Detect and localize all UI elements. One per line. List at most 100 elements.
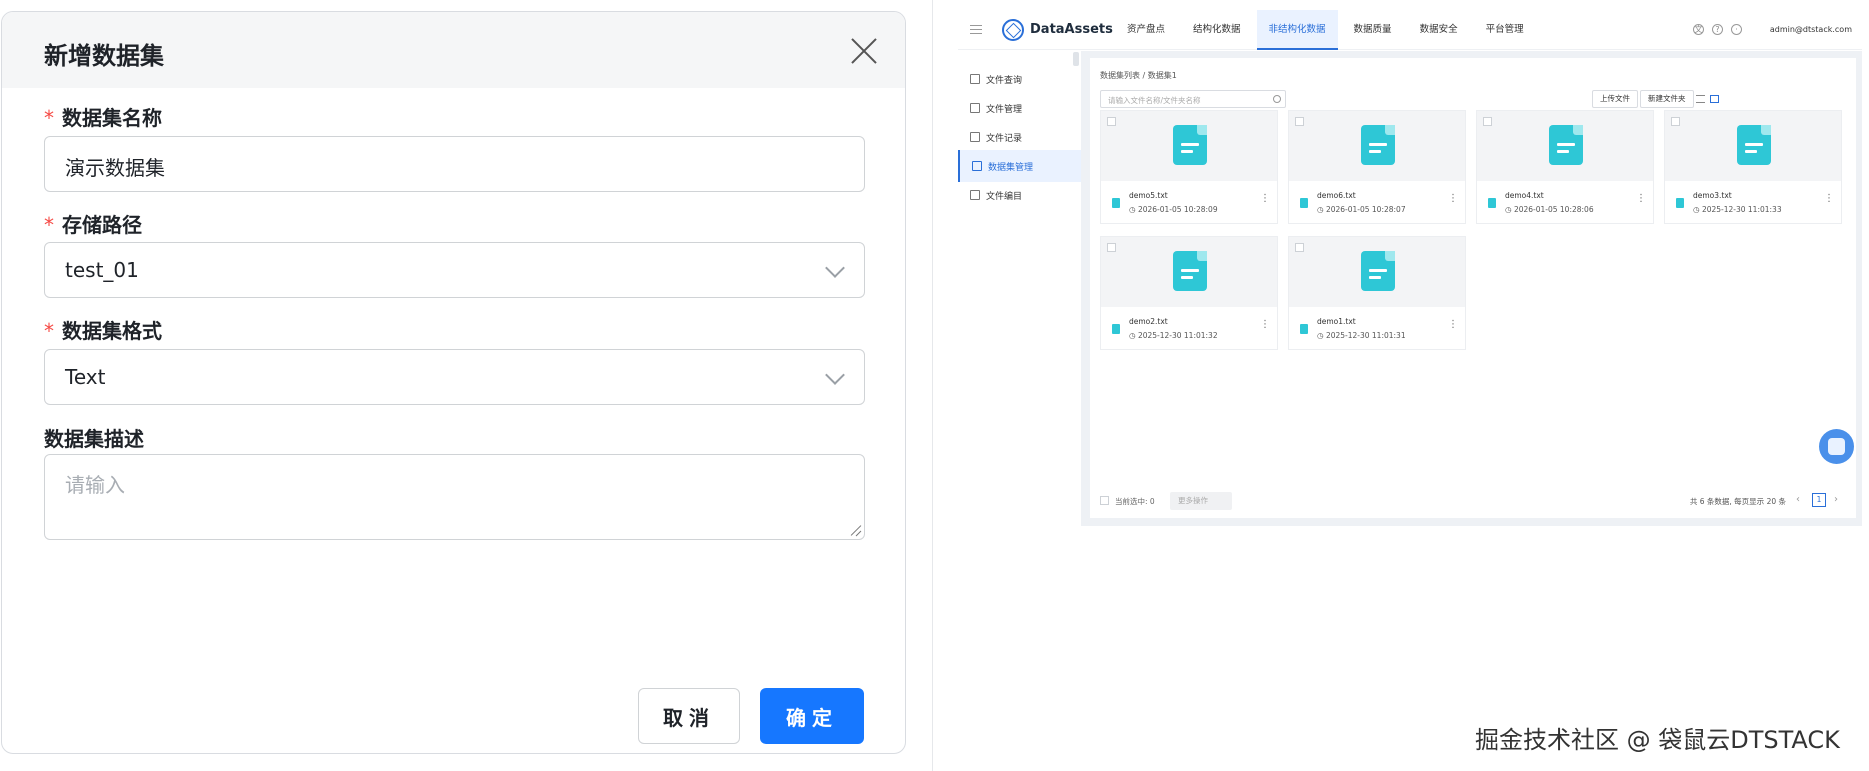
prev-page-icon[interactable]: ‹: [1796, 494, 1800, 505]
sidebar-item[interactable]: 文件管理: [958, 92, 1081, 124]
more-icon[interactable]: ⋮: [1448, 194, 1458, 204]
dataset-name-label: * 数据集名称: [44, 106, 162, 130]
user-icon[interactable]: ·: [1731, 24, 1742, 35]
assistant-icon[interactable]: [1819, 429, 1854, 464]
file-record-icon: [970, 132, 980, 142]
file-name: demo6.txt: [1317, 191, 1356, 200]
file-date: ◷ 2025-12-30 11:01:32: [1129, 331, 1218, 340]
card-checkbox[interactable]: [1295, 117, 1304, 126]
grid-view-icon[interactable]: [1710, 95, 1719, 103]
card-checkbox[interactable]: [1107, 243, 1116, 252]
chevron-down-icon: [825, 258, 845, 278]
dataset-name-value: 演示数据集: [65, 156, 165, 180]
file-manage-icon: [970, 103, 980, 113]
file-date: ◷ 2026-01-05 10:28:07: [1317, 205, 1406, 214]
file-name: demo2.txt: [1129, 317, 1168, 326]
file-card[interactable]: demo3.txt ◷ 2025-12-30 11:01:33 ⋮: [1664, 110, 1842, 224]
file-icon: [1300, 198, 1308, 208]
storage-path-label: * 存储路径: [44, 213, 142, 237]
nav-item-active[interactable]: 非结构化数据: [1256, 10, 1338, 50]
sidebar-item-active[interactable]: 数据集管理: [958, 150, 1081, 182]
dataset-icon: [972, 161, 982, 171]
file-date: ◷ 2026-01-05 10:28:06: [1505, 205, 1594, 214]
select-all-checkbox[interactable]: [1100, 496, 1109, 505]
file-name: demo3.txt: [1693, 191, 1732, 200]
language-icon[interactable]: 文: [1693, 24, 1704, 35]
file-card[interactable]: demo6.txt ◷ 2026-01-05 10:28:07 ⋮: [1288, 110, 1466, 224]
catalog-icon: [970, 190, 980, 200]
document-icon: [1173, 125, 1207, 165]
file-icon: [1488, 198, 1496, 208]
file-list-panel: 数据集列表 / 数据集1 请输入文件名称/文件夹名称 上传文件 新建文件夹 de…: [1090, 58, 1856, 518]
new-folder-button[interactable]: 新建文件夹: [1640, 90, 1694, 108]
dataset-format-select[interactable]: Text: [44, 349, 865, 405]
file-date: ◷ 2025-12-30 11:01:31: [1317, 331, 1406, 340]
confirm-button[interactable]: 确定: [760, 688, 864, 744]
divider: [932, 0, 933, 771]
file-search-input[interactable]: 请输入文件名称/文件夹名称: [1100, 90, 1286, 108]
file-icon: [1300, 324, 1308, 334]
data-assets-app: DataAssets 资产盘点 结构化数据 非结构化数据 数据质量 数据安全 平…: [958, 10, 1862, 526]
sidebar: 文件查询 文件管理 文件记录 数据集管理 文件编目: [958, 51, 1081, 526]
file-name: demo4.txt: [1505, 191, 1544, 200]
chevron-down-icon: [825, 365, 845, 385]
dataset-name-input[interactable]: 演示数据集: [44, 136, 865, 192]
more-icon[interactable]: ⋮: [1260, 320, 1270, 330]
dataset-description-label: 数据集描述: [44, 427, 144, 451]
required-mark: *: [44, 319, 54, 343]
upload-file-button[interactable]: 上传文件: [1592, 90, 1638, 108]
dataset-description-textarea[interactable]: 请输入: [44, 454, 865, 540]
top-icons: 文 ? ·: [1693, 24, 1742, 35]
file-card[interactable]: demo5.txt ◷ 2026-01-05 10:28:09 ⋮: [1100, 110, 1278, 224]
more-icon[interactable]: ⋮: [1260, 194, 1270, 204]
dataset-format-label: * 数据集格式: [44, 319, 162, 343]
document-icon: [1361, 251, 1395, 291]
file-icon: [1676, 198, 1684, 208]
card-checkbox[interactable]: [1671, 117, 1680, 126]
next-page-icon[interactable]: ›: [1834, 494, 1838, 505]
file-card[interactable]: demo4.txt ◷ 2026-01-05 10:28:06 ⋮: [1476, 110, 1654, 224]
file-name: demo1.txt: [1317, 317, 1356, 326]
nav-item[interactable]: 平台管理: [1474, 10, 1536, 50]
nav-item[interactable]: 结构化数据: [1181, 10, 1253, 50]
main-nav: 资产盘点 结构化数据 非结构化数据 数据质量 数据安全 平台管理: [1115, 10, 1540, 50]
storage-path-select[interactable]: test_01: [44, 242, 865, 298]
list-footer: 当前选中: 0 更多操作 共 6 条数据, 每页显示 20 条 ‹ 1 ›: [1090, 484, 1856, 518]
document-icon: [1549, 125, 1583, 165]
pagination-total: 共 6 条数据, 每页显示 20 条: [1689, 497, 1786, 506]
user-account[interactable]: admin@dtstack.com: [1770, 25, 1852, 34]
nav-item[interactable]: 数据安全: [1408, 10, 1470, 50]
required-mark: *: [44, 106, 54, 130]
sidebar-item[interactable]: 文件查询: [958, 63, 1081, 95]
card-checkbox[interactable]: [1295, 243, 1304, 252]
help-icon[interactable]: ?: [1712, 24, 1723, 35]
breadcrumb: 数据集列表 / 数据集1: [1100, 71, 1177, 80]
document-icon: [1737, 125, 1771, 165]
brand-name: DataAssets: [1030, 22, 1113, 37]
document-icon: [1361, 125, 1395, 165]
batch-actions-button[interactable]: 更多操作: [1170, 492, 1232, 510]
card-checkbox[interactable]: [1483, 117, 1492, 126]
required-mark: *: [44, 213, 54, 237]
list-view-icon[interactable]: [1696, 95, 1705, 103]
more-icon[interactable]: ⋮: [1448, 320, 1458, 330]
page-number[interactable]: 1: [1812, 493, 1826, 507]
watermark: 掘金技术社区 @ 袋鼠云DTSTACK: [1475, 726, 1840, 754]
sidebar-item[interactable]: 文件记录: [958, 121, 1081, 153]
more-icon[interactable]: ⋮: [1636, 194, 1646, 204]
file-card[interactable]: demo2.txt ◷ 2025-12-30 11:01:32 ⋮: [1100, 236, 1278, 350]
storage-path-value: test_01: [65, 258, 139, 282]
close-icon[interactable]: [851, 38, 877, 64]
logo-icon: [1002, 19, 1024, 41]
nav-item[interactable]: 资产盘点: [1115, 10, 1177, 50]
new-dataset-dialog: 新增数据集 * 数据集名称 演示数据集 * 存储路径 test_01 * 数据集格式 …: [1, 11, 906, 754]
file-card[interactable]: demo1.txt ◷ 2025-12-30 11:01:31 ⋮: [1288, 236, 1466, 350]
search-icon[interactable]: [1273, 95, 1281, 103]
menu-icon[interactable]: [970, 25, 982, 34]
nav-item[interactable]: 数据质量: [1342, 10, 1404, 50]
resize-handle-icon[interactable]: [849, 524, 861, 536]
cancel-button[interactable]: 取消: [638, 688, 740, 744]
card-checkbox[interactable]: [1107, 117, 1116, 126]
sidebar-item[interactable]: 文件编目: [958, 179, 1081, 211]
more-icon[interactable]: ⋮: [1824, 194, 1834, 204]
